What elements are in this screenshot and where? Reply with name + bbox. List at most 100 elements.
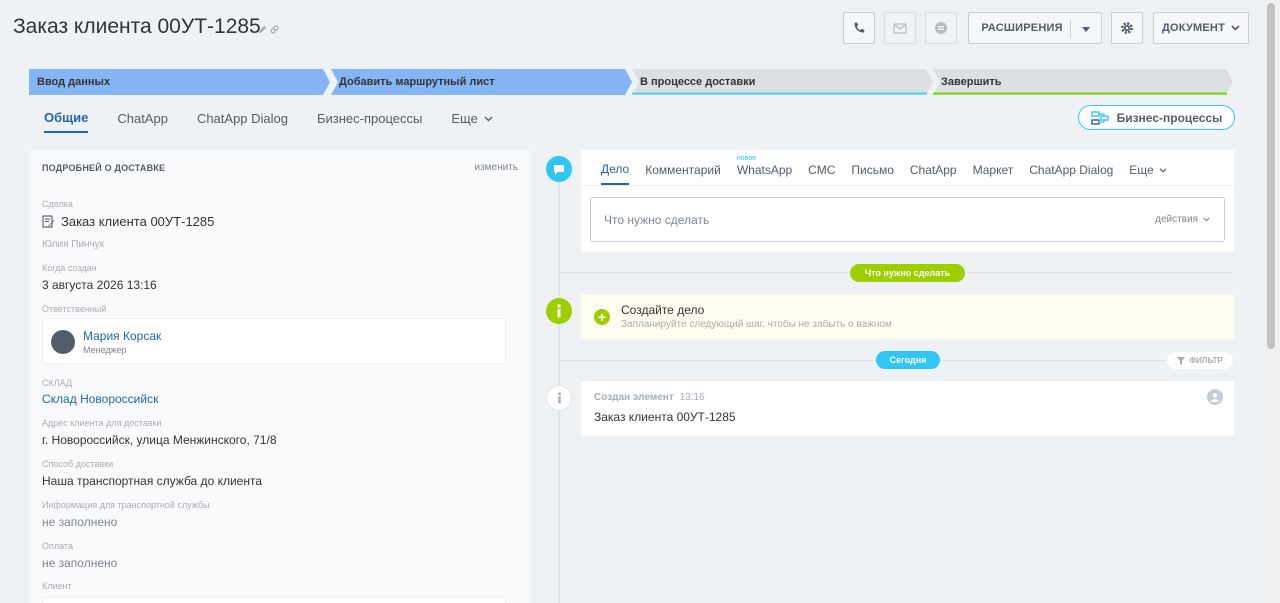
stage-in-delivery[interactable]: В процессе доставки [632, 69, 933, 95]
created-label: Когда создан [42, 263, 97, 273]
scrollbar-thumb[interactable] [1267, 3, 1275, 349]
extensions-label: РАСШИРЕНИЯ [981, 22, 1063, 34]
deal-label: Сделка [42, 199, 73, 209]
chat-bubble-icon [554, 164, 564, 174]
title-actions [258, 25, 279, 34]
tab-general[interactable]: Общие [44, 110, 89, 133]
workflow-icon [1090, 110, 1109, 125]
history-title-text: Создан элемент [594, 392, 674, 403]
scrollbar[interactable] [1262, 0, 1280, 603]
user-silhouette [1211, 393, 1219, 402]
extensions-button[interactable]: РАСШИРЕНИЯ [968, 12, 1102, 44]
stage-label: Добавить маршрутный лист [339, 76, 495, 88]
today-pill: Сегодня [876, 351, 940, 369]
timeline-info-icon [546, 298, 572, 324]
activity-tab-task[interactable]: Дело [601, 162, 630, 185]
tab-chatapp-dialog[interactable]: ChatApp Dialog [197, 111, 288, 132]
document-edit-icon [42, 215, 55, 228]
stage-route-sheet[interactable]: Добавить маршрутный лист [331, 69, 632, 95]
filter-icon [1177, 356, 1186, 365]
address-label: Адрес клиента для доставки [42, 418, 162, 428]
activity-tab-chatapp-dialog[interactable]: ChatApp Dialog [1029, 163, 1113, 184]
activity-tab-whatsapp-label: WhatsApp [736, 163, 793, 177]
link-icon[interactable] [270, 25, 279, 34]
address-value: г. Новороссийск, улица Менжинского, 71/8 [42, 433, 277, 447]
stage-bar: Ввод данных Добавить маршрутный лист В п… [29, 69, 1233, 95]
gear-icon [1121, 22, 1133, 34]
divider [581, 185, 1234, 186]
timeline-activity-icon [546, 156, 572, 182]
tab-more-label: Еще [451, 111, 478, 126]
activity-tab-whatsapp[interactable]: новое WhatsApp [736, 155, 793, 184]
timeline-line [558, 160, 560, 603]
transport-info-label: Информация для транспортной службы [42, 500, 210, 510]
page-title: Заказ клиента 00УТ-1285 [13, 15, 261, 38]
activity-tabs: Дело Комментарий новое WhatsApp СМС Пись… [601, 155, 1183, 185]
actions-label: действия [1155, 214, 1198, 225]
plus-icon[interactable]: + [594, 309, 610, 325]
section-heading: ПОДРОБНЕЙ О ДОСТАВКЕ [42, 163, 166, 173]
chat-icon [935, 22, 947, 34]
avatar[interactable] [51, 330, 75, 354]
call-button[interactable] [843, 12, 875, 44]
tab-business-processes[interactable]: Бизнес-процессы [317, 111, 422, 132]
actions-dropdown[interactable]: действия [1155, 214, 1210, 225]
activity-tab-more[interactable]: Еще [1129, 163, 1167, 184]
created-value: 3 августа 2026 13:16 [42, 278, 157, 292]
activity-editor: Дело Комментарий новое WhatsApp СМС Пись… [581, 150, 1234, 252]
activity-tab-email[interactable]: Письмо [851, 163, 894, 184]
task-input[interactable]: Что нужно сделать действия [590, 197, 1225, 242]
history-value[interactable]: Заказ клиента 00УТ-1285 [594, 410, 736, 424]
create-task-card[interactable]: + Создайте дело Запланируйте следующий ш… [581, 294, 1234, 339]
tab-chatapp[interactable]: ChatApp [117, 111, 168, 132]
chevron-down-icon[interactable] [1082, 27, 1090, 32]
warehouse-value[interactable]: Склад Новороссийск [42, 392, 158, 406]
timeline-history-icon [546, 385, 572, 411]
edit-link[interactable]: изменить [474, 162, 518, 173]
stage-complete[interactable]: Завершить [933, 69, 1233, 95]
document-button[interactable]: ДОКУМЕНТ [1153, 12, 1249, 44]
payment-value: не заполнено [42, 556, 118, 570]
filter-label: ФИЛЬТР [1189, 356, 1223, 365]
stage-label: В процессе доставки [640, 76, 756, 88]
mail-icon [893, 22, 907, 34]
history-time: 13:16 [679, 392, 705, 403]
pencil-icon[interactable] [258, 25, 267, 34]
document-label: ДОКУМЕНТ [1162, 22, 1225, 34]
phone-icon [854, 22, 865, 33]
chevron-down-icon [1231, 25, 1240, 31]
filter-button[interactable]: ФИЛЬТР [1167, 352, 1233, 369]
activity-tab-comment[interactable]: Комментарий [645, 163, 721, 184]
chevron-down-icon [1203, 217, 1210, 222]
tab-more[interactable]: Еще [451, 111, 493, 132]
activity-tab-sms[interactable]: СМС [808, 163, 835, 184]
client-field[interactable] [42, 597, 506, 603]
business-processes-label: Бизнес-процессы [1116, 110, 1223, 125]
activity-tab-more-label: Еще [1129, 163, 1154, 177]
chat-button[interactable] [925, 12, 957, 44]
settings-button[interactable] [1111, 12, 1143, 44]
create-task-title: Создайте дело [621, 303, 705, 317]
history-item: Создан элемент 13:16 Заказ клиента 00УТ-1… [581, 381, 1234, 436]
task-input-placeholder: Что нужно сделать [604, 212, 710, 227]
payment-label: Оплата [42, 541, 73, 551]
info-icon [557, 392, 561, 404]
create-task-subtitle: Запланируйте следующий шаг, чтобы не заб… [621, 319, 892, 330]
stage-label: Ввод данных [37, 76, 111, 88]
activity-tab-market[interactable]: Маркет [973, 163, 1014, 184]
deal-value[interactable]: Заказ клиента 00УТ-1285 [61, 214, 214, 229]
stage-label: Завершить [941, 76, 1002, 88]
responsible-card: Мария Корсак Менеджер [42, 318, 506, 364]
stage-input-data[interactable]: Ввод данных [29, 69, 330, 95]
business-processes-button[interactable]: Бизнес-процессы [1078, 105, 1235, 130]
delivery-method-label: Способ доставки [42, 459, 114, 469]
deal-owner: Юлия Пинчук [42, 239, 105, 250]
activity-tab-chatapp[interactable]: ChatApp [910, 163, 957, 184]
responsible-label: Ответственный [42, 304, 107, 314]
responsible-name[interactable]: Мария Корсак [83, 329, 161, 343]
email-button[interactable] [884, 12, 916, 44]
chevron-down-icon [484, 116, 493, 121]
todo-pill: Что нужно сделать [850, 264, 965, 282]
new-badge: новое [736, 155, 756, 162]
user-icon [1207, 389, 1223, 405]
